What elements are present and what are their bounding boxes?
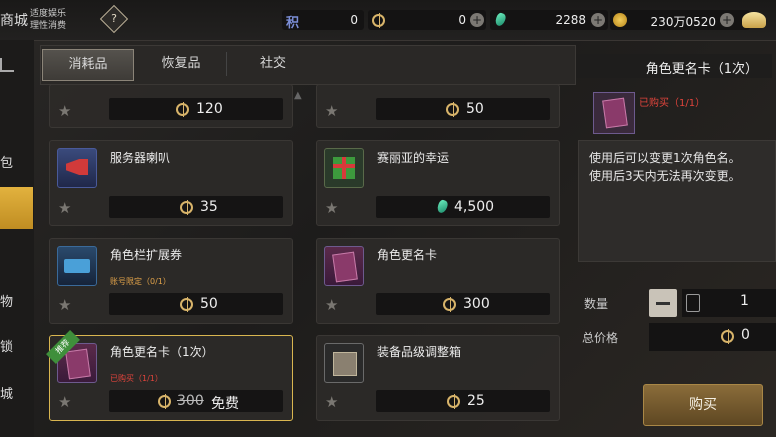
sidebar-item-mall[interactable]: 城 bbox=[0, 383, 13, 402]
gift-box-icon bbox=[324, 148, 364, 188]
tab-divider bbox=[226, 52, 227, 76]
coin-icon bbox=[176, 102, 189, 117]
scroll-up-icon[interactable]: ▲ bbox=[294, 90, 302, 101]
item-description: 使用后可以变更1次角色名。 使用后3天内无法再次变更。 bbox=[578, 140, 776, 262]
gem-value: 2288 bbox=[555, 13, 586, 27]
detail-title: 角色更名卡（1次） bbox=[645, 62, 758, 77]
item-price: 50 bbox=[200, 296, 218, 312]
item-name: 装备品级调整箱 bbox=[377, 345, 462, 359]
coin-icon bbox=[447, 394, 460, 409]
coin-icon bbox=[158, 394, 171, 409]
coin-icon bbox=[446, 102, 459, 117]
rename-card-icon bbox=[593, 92, 635, 134]
favorite-star-icon[interactable]: ★ bbox=[58, 393, 71, 411]
purchase-limit: 已购买（1/1） bbox=[110, 374, 163, 383]
sidebar-item-lock[interactable]: 锁 bbox=[0, 336, 13, 355]
purchase-limit: 账号限定（0/1） bbox=[110, 277, 171, 286]
item-price: 300 bbox=[463, 296, 490, 312]
item-price: 50 bbox=[466, 101, 484, 117]
coin-value: 0 bbox=[458, 13, 466, 27]
coin-icon bbox=[721, 329, 734, 344]
price-bar bbox=[109, 196, 283, 218]
price-bar bbox=[109, 293, 283, 315]
sidebar-item-icon[interactable] bbox=[0, 58, 14, 72]
detail-title-bar: 角色更名卡（1次） bbox=[576, 54, 772, 78]
play-responsibly-note: 适度娱乐 理性消费 bbox=[30, 8, 66, 32]
original-price: 300 bbox=[177, 393, 204, 409]
note-line-2: 理性消费 bbox=[30, 21, 67, 31]
desc-line-2: 使用后3天内无法再次变更。 bbox=[589, 169, 741, 183]
favorite-star-icon[interactable]: ★ bbox=[58, 199, 71, 217]
sidebar-item-bag[interactable]: 包 bbox=[0, 152, 13, 171]
total-price-field bbox=[649, 323, 776, 351]
item-price: 120 bbox=[196, 101, 223, 117]
item-name: 角色栏扩展券 bbox=[110, 248, 183, 262]
category-sidebar bbox=[0, 40, 34, 437]
ticket-icon bbox=[57, 246, 97, 286]
add-gold-button[interactable]: + bbox=[720, 13, 734, 27]
quantity-label: 数量 bbox=[584, 297, 609, 311]
quantity-minus-button[interactable] bbox=[649, 289, 677, 317]
desc-line-1: 使用后可以变更1次角色名。 bbox=[589, 151, 741, 165]
sidebar-item-active[interactable] bbox=[0, 187, 33, 229]
favorite-star-icon[interactable]: ★ bbox=[58, 102, 71, 120]
price-bar bbox=[376, 98, 550, 120]
favorite-star-icon[interactable]: ★ bbox=[58, 296, 71, 314]
rename-card-icon bbox=[324, 246, 364, 286]
favorite-star-icon[interactable]: ★ bbox=[325, 199, 338, 217]
item-price: 4,500 bbox=[454, 199, 495, 215]
price-bar bbox=[376, 390, 550, 412]
favorite-star-icon[interactable]: ★ bbox=[325, 393, 338, 411]
note-line-1: 适度娱乐 bbox=[30, 9, 67, 19]
tab-consumables[interactable]: 消耗品 bbox=[42, 49, 134, 81]
question-icon: ? bbox=[111, 12, 117, 25]
points-value: 0 bbox=[350, 13, 358, 27]
quantity-value: 1 bbox=[740, 293, 749, 309]
box-icon bbox=[324, 343, 364, 383]
total-price-label: 总价格 bbox=[582, 331, 619, 345]
coin-icon bbox=[180, 297, 193, 312]
gold-value: 230万0520 bbox=[650, 15, 716, 29]
sidebar-item-goods[interactable]: 物 bbox=[0, 291, 13, 310]
points-icon: 积 bbox=[286, 16, 300, 31]
calculator-icon[interactable] bbox=[686, 294, 700, 312]
tab-social[interactable]: 社交 bbox=[228, 49, 318, 79]
gold-pile-icon bbox=[742, 12, 766, 28]
favorite-star-icon[interactable]: ★ bbox=[325, 296, 338, 314]
buy-button[interactable]: 购买 bbox=[643, 384, 763, 426]
gold-coin-icon bbox=[613, 13, 627, 27]
item-price: 35 bbox=[200, 199, 218, 215]
item-price: 免费 bbox=[211, 396, 239, 412]
item-name: 服务器喇叭 bbox=[110, 151, 171, 165]
purchased-status: 已购买（1/1） bbox=[639, 98, 706, 109]
page-title: 商城 bbox=[0, 13, 28, 29]
tab-recovery[interactable]: 恢复品 bbox=[136, 49, 226, 79]
total-price-value: 0 bbox=[741, 327, 750, 343]
item-name: 角色更名卡 bbox=[377, 248, 438, 262]
coin-icon bbox=[372, 13, 385, 28]
coin-icon bbox=[180, 200, 193, 215]
item-name: 赛丽亚的幸运 bbox=[377, 151, 450, 165]
item-name: 角色更名卡（1次） bbox=[110, 345, 214, 359]
add-gem-button[interactable]: + bbox=[591, 13, 605, 27]
favorite-star-icon[interactable]: ★ bbox=[325, 102, 338, 120]
megaphone-icon bbox=[57, 148, 97, 188]
item-price: 25 bbox=[467, 393, 485, 409]
coin-icon bbox=[443, 297, 456, 312]
add-coin-button[interactable]: + bbox=[470, 13, 484, 27]
